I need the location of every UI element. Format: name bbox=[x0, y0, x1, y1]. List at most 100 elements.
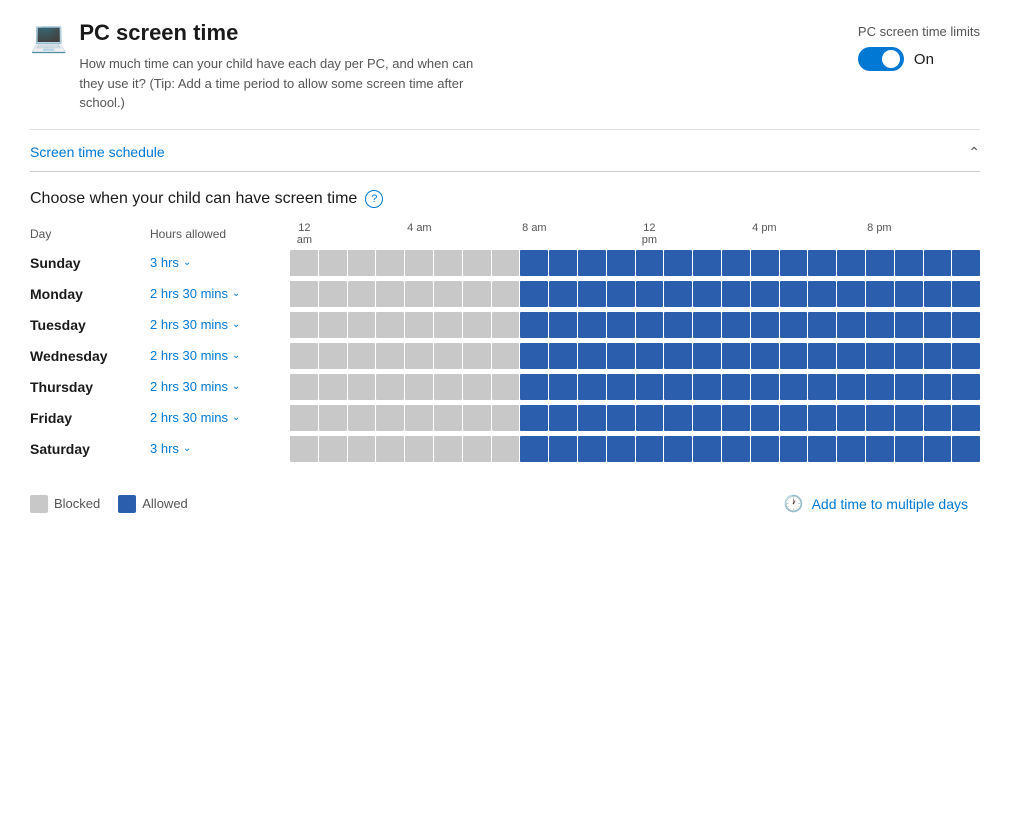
time-cell[interactable] bbox=[722, 405, 750, 431]
time-cell[interactable] bbox=[520, 281, 548, 307]
time-cell[interactable] bbox=[348, 250, 376, 276]
time-cell[interactable] bbox=[837, 374, 865, 400]
time-cell[interactable] bbox=[837, 436, 865, 462]
time-cell[interactable] bbox=[607, 436, 635, 462]
time-cell[interactable] bbox=[319, 405, 347, 431]
time-cell[interactable] bbox=[607, 343, 635, 369]
time-cell[interactable] bbox=[463, 281, 491, 307]
schedule-accordion[interactable]: Screen time schedule ⌃ bbox=[30, 130, 980, 172]
time-cell[interactable] bbox=[664, 436, 692, 462]
time-cell[interactable] bbox=[463, 374, 491, 400]
time-cell[interactable] bbox=[952, 405, 980, 431]
time-cell[interactable] bbox=[952, 374, 980, 400]
time-cell[interactable] bbox=[520, 312, 548, 338]
time-cell[interactable] bbox=[463, 312, 491, 338]
time-cell[interactable] bbox=[578, 250, 606, 276]
time-cell[interactable] bbox=[751, 343, 779, 369]
time-cell[interactable] bbox=[780, 312, 808, 338]
time-cell[interactable] bbox=[376, 374, 404, 400]
time-cell[interactable] bbox=[780, 436, 808, 462]
time-cell[interactable] bbox=[578, 436, 606, 462]
hours-allowed-dropdown[interactable]: 2 hrs 30 mins ⌄ bbox=[150, 348, 290, 363]
time-cell[interactable] bbox=[376, 436, 404, 462]
time-cell[interactable] bbox=[895, 374, 923, 400]
time-cell[interactable] bbox=[376, 343, 404, 369]
time-cell[interactable] bbox=[722, 281, 750, 307]
time-cell[interactable] bbox=[866, 405, 894, 431]
time-cell[interactable] bbox=[549, 250, 577, 276]
time-cell[interactable] bbox=[924, 281, 952, 307]
time-cell[interactable] bbox=[780, 281, 808, 307]
time-cell[interactable] bbox=[405, 343, 433, 369]
time-cell[interactable] bbox=[492, 343, 520, 369]
time-cell[interactable] bbox=[664, 250, 692, 276]
time-cell[interactable] bbox=[405, 436, 433, 462]
time-cell[interactable] bbox=[952, 436, 980, 462]
add-time-button[interactable]: 🕐 Add time to multiple days bbox=[772, 488, 980, 520]
time-cell[interactable] bbox=[664, 343, 692, 369]
time-cell[interactable] bbox=[348, 436, 376, 462]
time-cell[interactable] bbox=[664, 405, 692, 431]
time-cell[interactable] bbox=[520, 405, 548, 431]
time-cell[interactable] bbox=[405, 405, 433, 431]
time-cell[interactable] bbox=[376, 312, 404, 338]
time-cell[interactable] bbox=[348, 374, 376, 400]
time-cell[interactable] bbox=[808, 250, 836, 276]
time-cell[interactable] bbox=[319, 374, 347, 400]
time-cell[interactable] bbox=[952, 312, 980, 338]
time-cell[interactable] bbox=[895, 343, 923, 369]
time-cell[interactable] bbox=[492, 281, 520, 307]
time-cell[interactable] bbox=[520, 343, 548, 369]
time-cell[interactable] bbox=[866, 281, 894, 307]
time-cell[interactable] bbox=[722, 374, 750, 400]
hours-allowed-dropdown[interactable]: 3 hrs ⌄ bbox=[150, 441, 290, 456]
time-cell[interactable] bbox=[290, 250, 318, 276]
time-cell[interactable] bbox=[866, 436, 894, 462]
time-cell[interactable] bbox=[348, 281, 376, 307]
time-cell[interactable] bbox=[664, 312, 692, 338]
hours-allowed-dropdown[interactable]: 2 hrs 30 mins ⌄ bbox=[150, 410, 290, 425]
time-cell[interactable] bbox=[578, 281, 606, 307]
time-cell[interactable] bbox=[607, 374, 635, 400]
time-cell[interactable] bbox=[636, 436, 664, 462]
time-cell[interactable] bbox=[376, 405, 404, 431]
time-cell[interactable] bbox=[434, 374, 462, 400]
time-cell[interactable] bbox=[319, 250, 347, 276]
time-cell[interactable] bbox=[463, 343, 491, 369]
hours-allowed-dropdown[interactable]: 3 hrs ⌄ bbox=[150, 255, 290, 270]
time-cell[interactable] bbox=[924, 343, 952, 369]
screen-time-toggle[interactable] bbox=[858, 47, 904, 71]
time-cell[interactable] bbox=[434, 281, 462, 307]
time-cell[interactable] bbox=[520, 374, 548, 400]
time-cell[interactable] bbox=[751, 374, 779, 400]
time-cell[interactable] bbox=[664, 281, 692, 307]
time-cell[interactable] bbox=[348, 405, 376, 431]
time-cell[interactable] bbox=[405, 374, 433, 400]
time-cell[interactable] bbox=[319, 436, 347, 462]
time-cell[interactable] bbox=[924, 405, 952, 431]
time-cell[interactable] bbox=[578, 312, 606, 338]
time-cell[interactable] bbox=[290, 436, 318, 462]
time-cell[interactable] bbox=[895, 436, 923, 462]
time-cell[interactable] bbox=[492, 374, 520, 400]
time-cell[interactable] bbox=[549, 405, 577, 431]
time-cell[interactable] bbox=[952, 250, 980, 276]
time-cell[interactable] bbox=[895, 405, 923, 431]
time-cell[interactable] bbox=[492, 250, 520, 276]
time-cell[interactable] bbox=[492, 436, 520, 462]
time-cell[interactable] bbox=[722, 312, 750, 338]
time-cell[interactable] bbox=[549, 281, 577, 307]
time-cell[interactable] bbox=[693, 374, 721, 400]
time-cell[interactable] bbox=[693, 281, 721, 307]
time-cell[interactable] bbox=[924, 436, 952, 462]
time-cell[interactable] bbox=[895, 250, 923, 276]
time-cell[interactable] bbox=[837, 312, 865, 338]
hours-allowed-dropdown[interactable]: 2 hrs 30 mins ⌄ bbox=[150, 286, 290, 301]
time-cell[interactable] bbox=[434, 436, 462, 462]
time-cell[interactable] bbox=[290, 374, 318, 400]
time-cell[interactable] bbox=[492, 405, 520, 431]
time-cell[interactable] bbox=[837, 343, 865, 369]
time-cell[interactable] bbox=[780, 405, 808, 431]
time-cell[interactable] bbox=[866, 250, 894, 276]
time-cell[interactable] bbox=[895, 312, 923, 338]
